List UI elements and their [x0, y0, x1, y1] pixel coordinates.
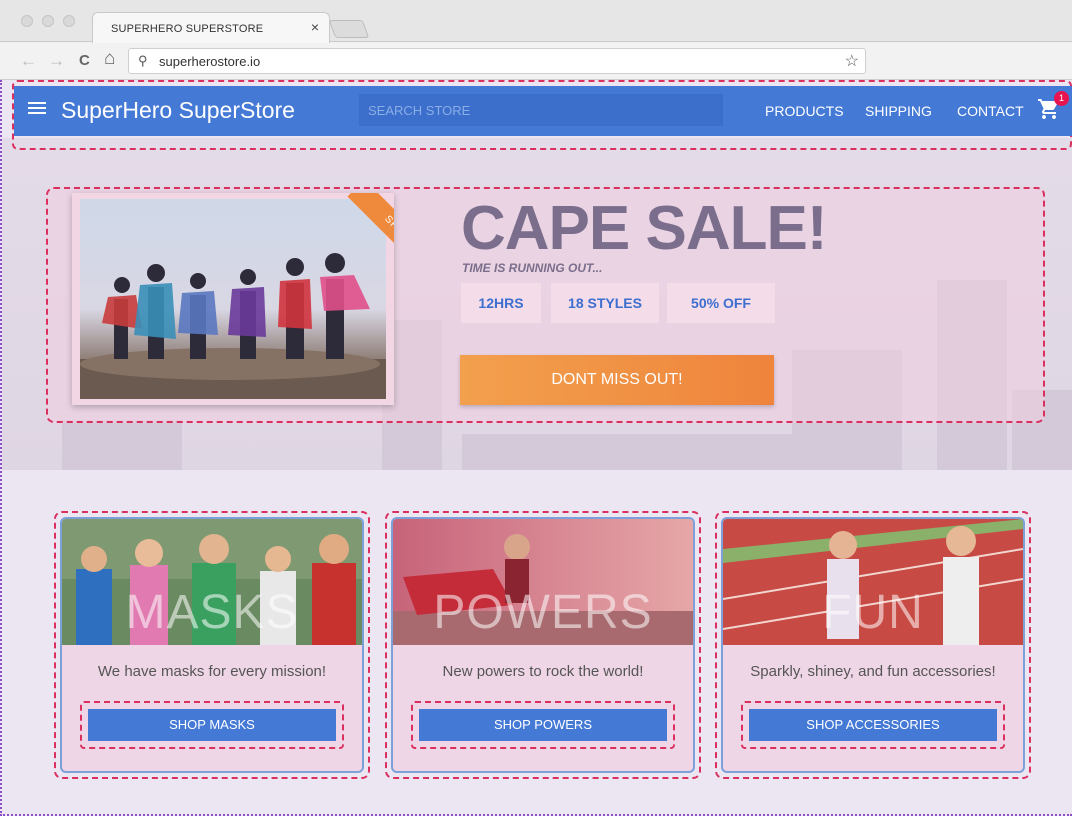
card-description-fun: Sparkly, shiney, and fun accessories!	[750, 663, 996, 680]
spotlight-photo-frame: SPOTLIGHT	[72, 193, 394, 405]
app-bar: SuperHero SuperStore PRODUCTS SHIPPING C…	[14, 86, 1072, 136]
card-label-powers: POWERS	[433, 586, 653, 639]
shop-masks-button[interactable]: SHOP MASKS	[88, 709, 336, 741]
button-outline-powers: SHOP POWERS	[411, 701, 675, 749]
sale-title: CAPE SALE!	[461, 194, 827, 263]
browser-tab[interactable]: SUPERHERO SUPERSTORE ×	[92, 12, 330, 43]
nav-contact[interactable]: CONTACT	[957, 103, 1024, 119]
reload-icon[interactable]: C	[79, 52, 90, 69]
tab-title: SUPERHERO SUPERSTORE	[111, 23, 264, 35]
nav-shipping[interactable]: SHIPPING	[865, 103, 932, 119]
hero-banner: SPOTLIGHT CAPE SALE! TIME IS RUNNING OUT…	[46, 187, 1045, 423]
button-outline-fun: SHOP ACCESSORIES	[741, 701, 1005, 749]
minimize-window-icon[interactable]	[42, 15, 54, 27]
shop-powers-button[interactable]: SHOP POWERS	[419, 709, 667, 741]
hamburger-menu-icon[interactable]	[28, 99, 48, 119]
skyline-building	[62, 420, 182, 470]
stat-styles: 18 STYLES	[551, 283, 659, 323]
card-outline-fun: FUN Sparkly, shiney, and fun accessories…	[715, 511, 1031, 779]
masks-photo: MASKS	[62, 519, 362, 645]
dont-miss-out-button[interactable]: DONT MISS OUT!	[460, 355, 774, 405]
shop-accessories-button[interactable]: SHOP ACCESSORIES	[749, 709, 997, 741]
powers-photo: POWERS	[393, 519, 693, 645]
close-tab-icon[interactable]: ×	[311, 19, 319, 35]
card-description-masks: We have masks for every mission!	[97, 663, 327, 680]
cart-count-badge: 1	[1054, 91, 1069, 106]
back-icon[interactable]: ←	[20, 51, 37, 71]
bookmark-star-icon[interactable]: ☆	[845, 51, 859, 71]
stat-hours: 12HRS	[461, 283, 541, 323]
tab-strip: SUPERHERO SUPERSTORE ×	[0, 0, 1072, 43]
maximize-window-icon[interactable]	[63, 15, 75, 27]
card-description-powers: New powers to rock the world!	[442, 663, 644, 680]
kids-in-capes-photo	[80, 199, 386, 399]
card-label-fun: FUN	[822, 586, 924, 639]
search-input[interactable]	[359, 94, 723, 126]
url-text[interactable]: superherostore.io	[159, 54, 260, 69]
button-outline-masks: SHOP MASKS	[80, 701, 344, 749]
card-outline-masks: MASKS We have masks for every mission! S…	[54, 511, 370, 779]
page-content: SuperHero SuperStore PRODUCTS SHIPPING C…	[0, 80, 1072, 816]
address-bar[interactable]: ⚲ superherostore.io ☆	[128, 48, 866, 74]
product-card-masks: MASKS We have masks for every mission! S…	[60, 517, 364, 773]
nav-products[interactable]: PRODUCTS	[765, 103, 844, 119]
skyline-building	[462, 434, 842, 470]
brand-title[interactable]: SuperHero SuperStore	[61, 97, 295, 124]
product-card-powers: POWERS New powers to rock the world! SHO…	[391, 517, 695, 773]
card-outline-powers: POWERS New powers to rock the world! SHO…	[385, 511, 701, 779]
fun-photo: FUN	[723, 519, 1023, 645]
sale-subtitle: TIME IS RUNNING OUT...	[462, 261, 603, 275]
product-card-fun: FUN Sparkly, shiney, and fun accessories…	[721, 517, 1025, 773]
stat-discount: 50% OFF	[667, 283, 775, 323]
browser-chrome: SUPERHERO SUPERSTORE × ← → C ⌂ ⚲ superhe…	[0, 0, 1072, 80]
kids-illustration	[80, 253, 386, 399]
home-icon[interactable]: ⌂	[104, 48, 115, 70]
search-icon: ⚲	[138, 53, 148, 68]
card-label-masks: MASKS	[125, 586, 299, 639]
forward-icon[interactable]: →	[48, 51, 65, 71]
new-tab-button[interactable]	[328, 20, 370, 38]
close-window-icon[interactable]	[21, 15, 33, 27]
